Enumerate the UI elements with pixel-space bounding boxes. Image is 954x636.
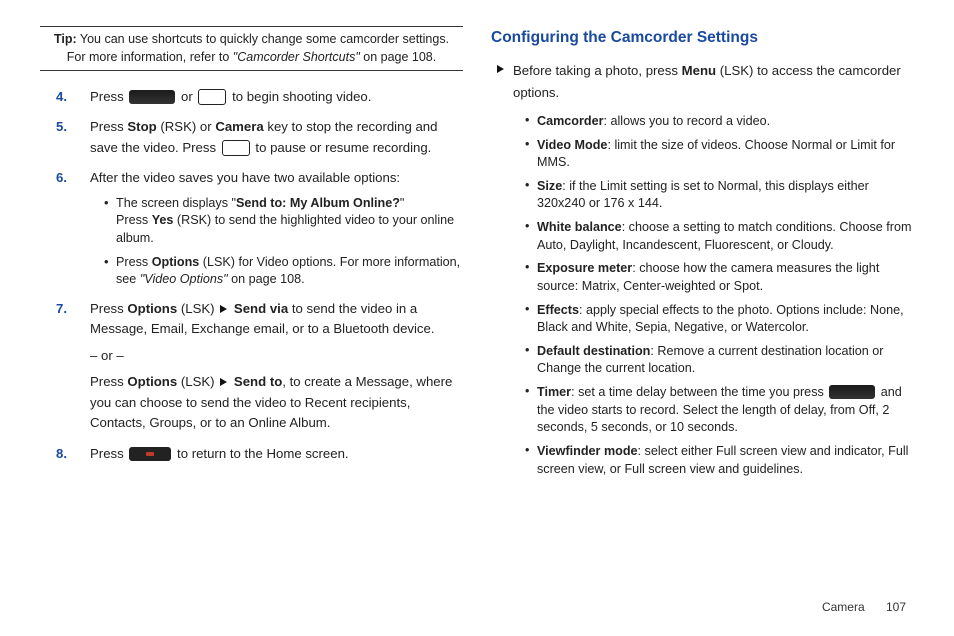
step-number: 6.	[56, 168, 67, 188]
setting-item: White balance: choose a setting to match…	[525, 219, 914, 254]
or-divider: – or –	[90, 346, 463, 366]
text: (RSK) or	[157, 119, 216, 134]
setting-item: Size: if the Limit setting is set to Nor…	[525, 178, 914, 213]
setting-name: Viewfinder mode	[537, 444, 638, 458]
text: (LSK)	[177, 301, 218, 316]
settings-list: Camcorder: allows you to record a video.…	[491, 113, 914, 478]
yes-label: Yes	[152, 213, 174, 227]
step-number: 5.	[56, 117, 67, 137]
text: Press	[116, 213, 152, 227]
text: Press	[90, 89, 127, 104]
setting-desc-a: : set a time delay between the time you …	[571, 385, 827, 399]
page: Tip: You can use shortcuts to quickly ch…	[0, 0, 954, 636]
page-number: 107	[886, 600, 906, 614]
text: Press	[90, 119, 127, 134]
text: Press	[116, 255, 152, 269]
setting-name: Timer	[537, 385, 571, 399]
text: Press	[90, 446, 127, 461]
step-number: 8.	[56, 444, 67, 464]
text: on page 108.	[228, 272, 305, 286]
send-to-label: Send to	[234, 374, 282, 389]
options-label: Options	[152, 255, 200, 269]
setting-item: Default destination: Remove a current de…	[525, 343, 914, 378]
send-to-album-label: Send to: My Album Online?	[236, 196, 400, 210]
tip-ref: "Camcorder Shortcuts"	[233, 50, 360, 64]
text: Press	[90, 374, 127, 389]
options-label: Options	[127, 374, 177, 389]
step-number: 4.	[56, 87, 67, 107]
ok-key-icon	[129, 90, 175, 104]
setting-item: Video Mode: limit the size of videos. Ch…	[525, 137, 914, 172]
text: to begin shooting video.	[232, 89, 371, 104]
setting-name: White balance	[537, 220, 622, 234]
setting-name: Size	[537, 179, 562, 193]
text: Press	[90, 301, 127, 316]
setting-item: Timer: set a time delay between the time…	[525, 384, 914, 437]
setting-name: Camcorder	[537, 114, 604, 128]
sub-item: Press Options (LSK) for Video options. F…	[104, 254, 463, 289]
text: Before taking a photo, press	[513, 63, 682, 78]
tip-label: Tip:	[54, 32, 77, 46]
setting-desc: : if the Limit setting is set to Normal,…	[537, 179, 869, 211]
step-6-sublist: The screen displays "Send to: My Album O…	[90, 195, 463, 289]
step-4: 4. Press or to begin shooting video.	[84, 87, 463, 107]
soft-key-icon	[198, 89, 226, 105]
setting-name: Effects	[537, 303, 579, 317]
section-heading: Configuring the Camcorder Settings	[491, 26, 914, 50]
triangle-icon	[497, 65, 504, 73]
tip-text-b: on page 108.	[360, 50, 436, 64]
setting-name: Exposure meter	[537, 261, 632, 275]
menu-label: Menu	[682, 63, 716, 78]
setting-name: Default destination	[537, 344, 650, 358]
soft-key-icon	[222, 140, 250, 156]
page-footer: Camera 107	[822, 600, 906, 614]
text: The screen displays "	[116, 196, 236, 210]
camera-label: Camera	[215, 119, 263, 134]
text: After the video saves you have two avail…	[90, 170, 400, 185]
right-column: Configuring the Camcorder Settings Befor…	[491, 26, 914, 616]
setting-name: Video Mode	[537, 138, 607, 152]
setting-item: Exposure meter: choose how the camera me…	[525, 260, 914, 295]
setting-item: Camcorder: allows you to record a video.	[525, 113, 914, 131]
setting-desc: : apply special effects to the photo. Op…	[537, 303, 904, 335]
home-key-icon	[129, 447, 171, 461]
footer-section: Camera	[822, 600, 865, 614]
step-5: 5. Press Stop (RSK) or Camera key to sto…	[84, 117, 463, 158]
steps-list: 4. Press or to begin shooting video. 5. …	[40, 87, 463, 464]
step-7: 7. Press Options (LSK) Send via to send …	[84, 299, 463, 434]
text: to pause or resume recording.	[255, 140, 431, 155]
setting-item: Effects: apply special effects to the ph…	[525, 302, 914, 337]
step-6: 6. After the video saves you have two av…	[84, 168, 463, 289]
setting-desc: : allows you to record a video.	[604, 114, 771, 128]
text: "	[400, 196, 404, 210]
arrow-icon	[220, 378, 227, 386]
ok-key-icon	[829, 385, 875, 399]
sub-item: The screen displays "Send to: My Album O…	[104, 195, 463, 248]
send-via-label: Send via	[234, 301, 288, 316]
tip-box: Tip: You can use shortcuts to quickly ch…	[40, 26, 463, 71]
step-8: 8. Press to return to the Home screen.	[84, 444, 463, 464]
arrow-icon	[220, 305, 227, 313]
stop-label: Stop	[127, 119, 156, 134]
setting-item: Viewfinder mode: select either Full scre…	[525, 443, 914, 478]
left-column: Tip: You can use shortcuts to quickly ch…	[40, 26, 463, 616]
video-options-ref: "Video Options"	[140, 272, 228, 286]
options-label: Options	[127, 301, 177, 316]
text: to return to the Home screen.	[177, 446, 349, 461]
text: (LSK)	[177, 374, 218, 389]
text: or	[181, 89, 196, 104]
step-number: 7.	[56, 299, 67, 319]
lead-line: Before taking a photo, press Menu (LSK) …	[491, 60, 914, 105]
